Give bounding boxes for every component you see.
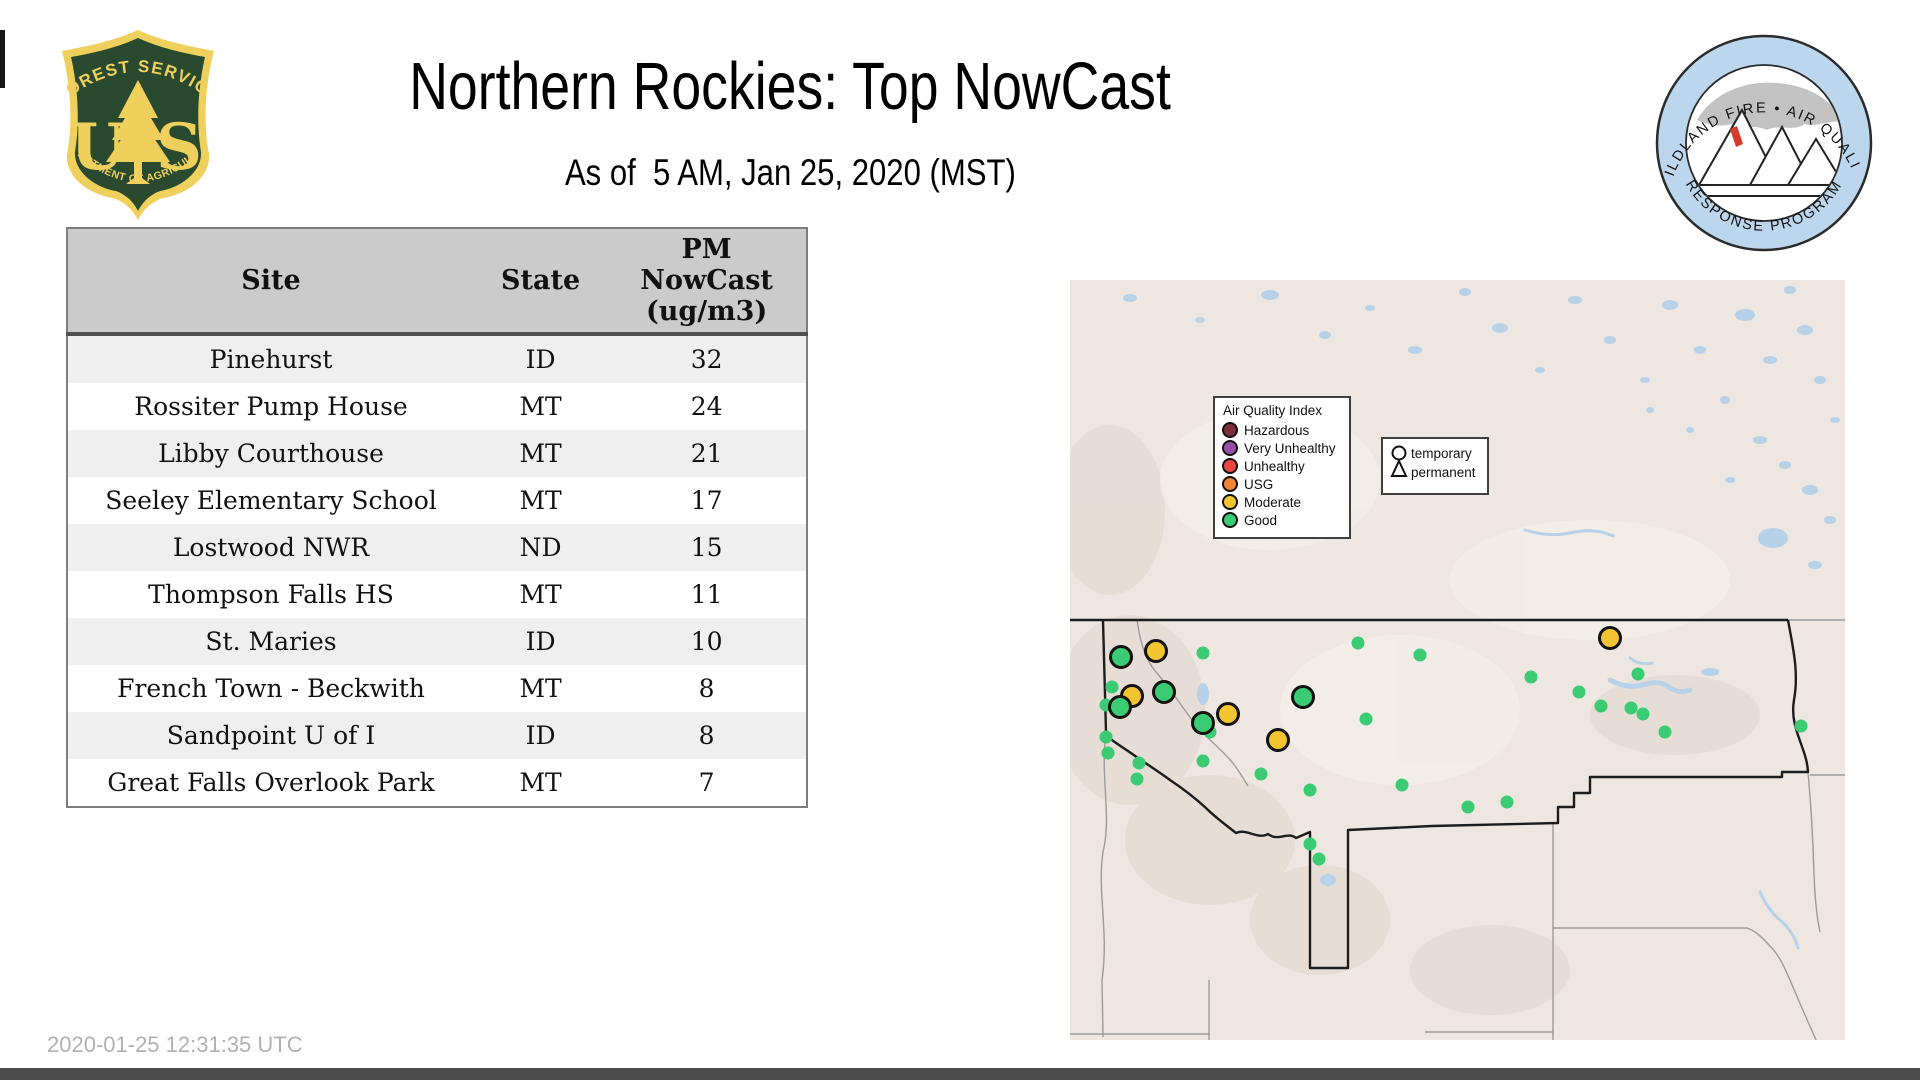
left-edge-mark [0,30,5,88]
permanent-monitor-dot [1598,626,1622,650]
table-row: St. Maries ID 10 [67,618,807,665]
page-title: Northern Rockies: Top NowCast [409,49,1171,124]
table-row: Seeley Elementary School MT 17 [67,477,807,524]
legend-item: USG [1222,476,1342,492]
temporary-monitor-dot [1303,783,1317,797]
legend-item: Unhealthy [1222,458,1342,474]
temporary-monitor-dot [1395,778,1409,792]
temporary-monitor-dot [1254,767,1268,781]
temporary-monitor-dot [1196,646,1210,660]
page-subtitle: As of 5 AM, Jan 25, 2020 (MST) [564,152,1016,193]
temporary-monitor-dot [1312,852,1326,866]
usg-swatch-icon [1222,476,1238,492]
nowcast-table: Site State PM NowCast (ug/m3) Pinehurst I… [66,227,808,808]
temporary-monitor-dot [1636,707,1650,721]
column-header-state: State [474,228,608,336]
legend-item: Good [1222,512,1342,528]
table-row: French Town - Beckwith MT 8 [67,665,807,712]
forest-service-logo: FOREST SERVICE U S DEPARTMENT OF AGRICUL… [46,11,224,229]
temporary-monitor-dot [1303,837,1317,851]
good-swatch-icon [1222,512,1238,528]
permanent-monitor-dot [1144,639,1168,663]
monitor-type-key: temporary permanent [1381,437,1489,495]
temporary-monitor-dot [1658,725,1672,739]
temporary-monitor-dot [1594,699,1608,713]
column-header-site: Site [67,228,474,336]
hazardous-swatch-icon [1222,422,1238,438]
table-row: Libby Courthouse MT 21 [67,430,807,477]
temporary-monitor-dot [1351,636,1365,650]
permanent-monitor-dot [1109,645,1133,669]
temporary-monitor-dot [1572,685,1586,699]
temporary-monitor-dot [1413,648,1427,662]
table-header-row: Site State PM NowCast (ug/m3) [67,228,807,336]
column-header-pm-nowcast: PM NowCast (ug/m3) [607,228,807,336]
table-row: Rossiter Pump House MT 24 [67,383,807,430]
aqi-legend: Air Quality Index Hazardous Very Unhealt… [1213,396,1351,539]
legend-item: Hazardous [1222,422,1342,438]
moderate-swatch-icon [1222,494,1238,510]
permanent-monitor-dot [1191,711,1215,735]
temporary-monitor-dot [1196,754,1210,768]
generated-timestamp: 2020-01-25 12:31:35 UTC [47,1032,303,1057]
temporary-monitor-dot [1500,795,1514,809]
bottom-bar [0,1068,1920,1080]
permanent-monitor-dot [1216,702,1240,726]
wildland-fire-air-quality-logo: WILDLAND FIRE • AIR QUALITY RESPONSE PRO… [1645,20,1875,259]
permanent-monitor-dot [1266,728,1290,752]
table-row: Great Falls Overlook Park MT 7 [67,759,807,807]
temporary-monitor-dot [1359,712,1373,726]
permanent-monitor-dot [1152,680,1176,704]
report-page: FOREST SERVICE U S DEPARTMENT OF AGRICUL… [0,0,1920,1080]
table-row: Lostwood NWR ND 15 [67,524,807,571]
monitor-type-glyphs-icon [1390,445,1408,477]
basemap [1070,280,1845,1040]
temporary-monitor-dot [1461,800,1475,814]
forest-service-shield-icon: FOREST SERVICE U S DEPARTMENT OF AGRICUL… [46,11,214,220]
temporary-monitor-dot [1105,680,1119,694]
monitor-map: Air Quality Index Hazardous Very Unhealt… [1070,280,1845,1040]
table-row: Sandpoint U of I ID 8 [67,712,807,759]
table-row: Pinehurst ID 32 [67,334,807,383]
airfire-logo-icon: WILDLAND FIRE • AIR QUALITY RESPONSE PRO… [1645,20,1873,252]
permanent-monitor-dot [1291,685,1315,709]
very-unhealthy-swatch-icon [1222,440,1238,456]
table-row: Thompson Falls HS MT 11 [67,571,807,618]
permanent-monitor-dot [1108,695,1132,719]
temporary-monitor-dot [1631,667,1645,681]
legend-title: Air Quality Index [1223,403,1323,418]
temporary-monitor-dot [1101,746,1115,760]
unhealthy-swatch-icon [1222,458,1238,474]
temporary-monitor-dot [1130,772,1144,786]
temporary-monitor-dot [1794,719,1808,733]
temporary-monitor-dot [1099,730,1113,744]
legend-item: Very Unhealthy [1222,440,1342,456]
temporary-monitor-dot [1132,756,1146,770]
temporary-monitor-dot [1624,701,1638,715]
temporary-monitor-dot [1524,670,1538,684]
legend-item: Moderate [1222,494,1342,510]
